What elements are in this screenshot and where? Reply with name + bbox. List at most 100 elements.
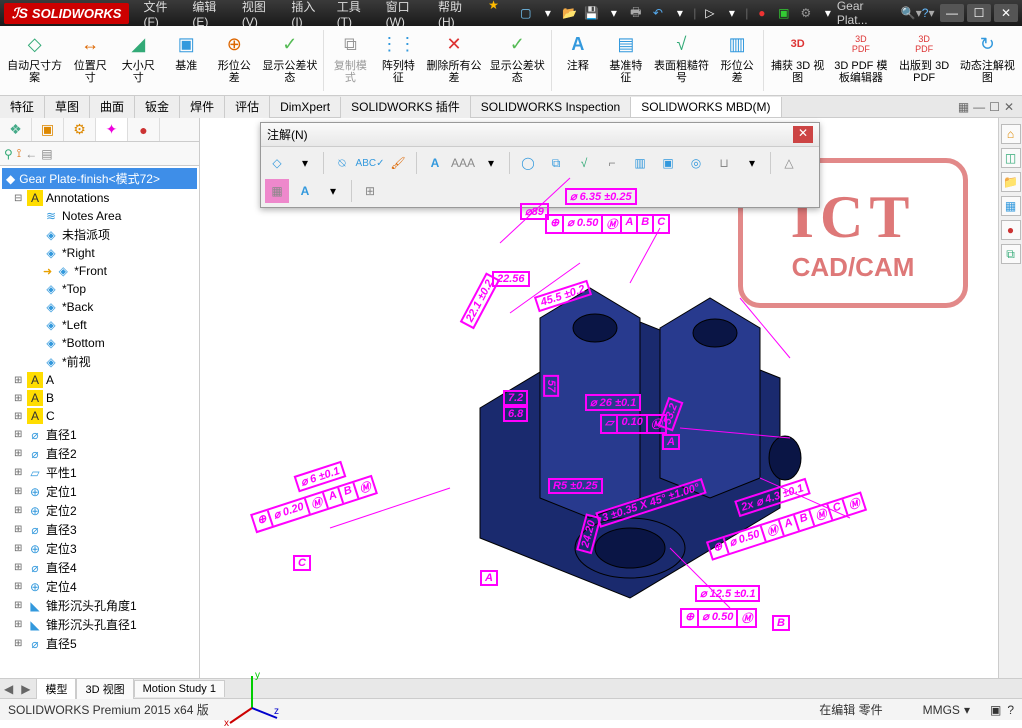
save-icon[interactable]: 💾 [583,4,601,22]
display-tab-icon[interactable]: ● [128,118,160,141]
dropdown-icon[interactable]: ▾ [928,6,934,20]
tree-datumB[interactable]: ⊞AB [2,389,197,407]
dim-value[interactable]: ⌀ 12.5 ±0.1 [695,585,760,602]
datum-symbol[interactable]: B [772,615,790,631]
help-icon[interactable]: ? [922,6,929,20]
doc-close-icon[interactable]: ✕ [1004,100,1014,114]
gtol-frame[interactable]: ▱0.10Ⓜ [600,414,667,434]
tree-pos4[interactable]: ⊞⊕定位4 [2,577,197,596]
dim-value[interactable]: R5 ±0.25 [548,478,603,494]
status-icon[interactable]: ▣ [990,703,1001,717]
units-dropdown-icon[interactable]: ▾ [964,703,970,717]
tree-right[interactable]: ◈*Right [2,244,197,262]
dropdown-icon[interactable]: ▾ [605,4,623,22]
tab-model[interactable]: 模型 [36,678,76,699]
back-icon[interactable]: ← [25,147,37,161]
custom-props-icon[interactable]: ⧉ [1001,244,1021,264]
tree-flat1[interactable]: ⊞▱平性1 [2,463,197,482]
3d-viewport[interactable]: ICT CAD/CAM 注解(N)✕ ◇ ▾ ⍉ ABC✓ 🖌 A AAA ▾ … [200,118,998,678]
doc-minimize-icon[interactable]: — [973,100,985,114]
maximize-button[interactable]: ☐ [967,4,991,22]
pattern-button[interactable]: ⋮⋮阵列特征 [375,28,421,93]
traffic-light-icon[interactable]: ● [753,4,771,22]
view-palette-icon[interactable]: ▦ [1001,196,1021,216]
publish-pdf-button[interactable]: 3D PDF出版到 3D PDF [894,28,955,93]
dim-value[interactable]: ⌀ 6.35 ±0.25 [565,188,637,205]
dropdown-icon[interactable]: ▾ [819,4,837,22]
size-dim-button[interactable]: ◢大小尺寸 [115,28,161,93]
doc-layout-icon[interactable]: ▦ [958,100,969,114]
pos-dim-button[interactable]: ↔位置尺寸 [67,28,113,93]
home-icon[interactable]: ⌂ [1001,124,1021,144]
filter-icon[interactable]: ⚲ [4,147,13,161]
minimize-button[interactable]: — [940,4,964,22]
del-all-tol-button[interactable]: ✕删除所有公差 [423,28,484,93]
rebuild-icon[interactable]: ▣ [775,4,793,22]
copy-mode-button[interactable]: ⧉复制模式 [327,28,373,93]
doc-maximize-icon[interactable]: ☐ [989,100,1000,114]
surface-finish-button[interactable]: √表面粗糙符号 [651,28,712,93]
tree-dia3[interactable]: ⊞⌀直径3 [2,520,197,539]
dropdown-icon[interactable]: ▾ [539,4,557,22]
dim-value[interactable]: 57 [543,375,559,397]
datum-symbol[interactable]: A [480,570,498,586]
tree-dia1[interactable]: ⊞⌀直径1 [2,425,197,444]
tab-evaluate[interactable]: 评估 [225,95,270,118]
tree-back[interactable]: ◈*Back [2,298,197,316]
dropdown-icon[interactable]: ▾ [723,4,741,22]
design-library-icon[interactable]: ◫ [1001,148,1021,168]
tree-root[interactable]: ◆Gear Plate-finish<模式72> [2,168,197,189]
tree-bottom[interactable]: ◈*Bottom [2,334,197,352]
tree-left[interactable]: ◈*Left [2,316,197,334]
datum-symbol[interactable]: A [662,434,680,450]
undo-icon[interactable]: ↶ [649,4,667,22]
datum-button[interactable]: ▣基准 [163,28,209,93]
gtol-frame[interactable]: ⊕⌀ 0.50ⓂABC [545,214,670,234]
tab-surface[interactable]: 曲面 [90,95,135,118]
file-explorer-icon[interactable]: 📁 [1001,172,1021,192]
featuretree-tab-icon[interactable]: ❖ [0,118,32,141]
select-icon[interactable]: ▷ [701,4,719,22]
dim-value[interactable]: 7.2 [503,390,528,406]
tree-pos1[interactable]: ⊞⊕定位1 [2,482,197,501]
tree-pos2[interactable]: ⊞⊕定位2 [2,501,197,520]
gtol-frame[interactable]: ⊕⌀ 0.50Ⓜ [680,608,757,628]
configmanager-tab-icon[interactable]: ⚙ [64,118,96,141]
new-icon[interactable]: ▢ [517,4,535,22]
close-button[interactable]: ✕ [994,4,1018,22]
tab-weldment[interactable]: 焊件 [180,95,225,118]
pdf-template-button[interactable]: 3D PDF3D PDF 模板编辑器 [830,28,891,93]
tree-csk-dia1[interactable]: ⊞◣锥形沉头孔直径1 [2,615,197,634]
tab-swmbd[interactable]: SOLIDWORKS MBD(M) [631,97,781,117]
propmanager-tab-icon[interactable]: ▣ [32,118,64,141]
dimxpert-tab-icon[interactable]: ✦ [96,118,128,141]
tree-dia5[interactable]: ⊞⌀直径5 [2,634,197,653]
tab-sketch[interactable]: 草图 [45,95,90,118]
tab-sheetmetal[interactable]: 钣金 [135,95,180,118]
tree-dia2[interactable]: ⊞⌀直径2 [2,444,197,463]
tree-notesarea[interactable]: ≋Notes Area [2,207,197,225]
tab-nav-right-icon[interactable]: ▶ [21,682,30,696]
tree-csk-angle1[interactable]: ⊞◣锥形沉头孔角度1 [2,596,197,615]
form-tol-button[interactable]: ⊕形位公差 [211,28,257,93]
tree-frontview[interactable]: ◈*前视 [2,352,197,371]
capture-3d-button[interactable]: 3D捕获 3D 视图 [767,28,828,93]
appearances-icon[interactable]: ● [1001,220,1021,240]
status-help-icon[interactable]: ? [1007,703,1014,717]
options-icon[interactable]: ⚙ [797,4,815,22]
tree-datumC[interactable]: ⊞AC [2,407,197,425]
form-tol2-button[interactable]: ▥形位公差 [714,28,760,93]
datum-feature-button[interactable]: ▤基准特征 [603,28,649,93]
print-icon[interactable]: 🖶 [627,4,645,22]
note-button[interactable]: A注释 [555,28,601,93]
tab-3dview[interactable]: 3D 视图 [76,678,133,699]
tab-motion[interactable]: Motion Study 1 [134,680,225,697]
forward-icon[interactable]: ▤ [41,147,52,161]
open-icon[interactable]: 📂 [561,4,579,22]
tree-annotations[interactable]: ⊟AAnnotations [2,189,197,207]
dynamic-annot-button[interactable]: ↻动态注解视图 [957,28,1018,93]
dropdown-icon[interactable]: ▾ [671,4,689,22]
tab-feature[interactable]: 特征 [0,95,45,118]
show-tol-state-button[interactable]: ✓显示公差状态 [259,28,320,93]
tab-swplugin[interactable]: SOLIDWORKS 插件 [341,95,471,118]
